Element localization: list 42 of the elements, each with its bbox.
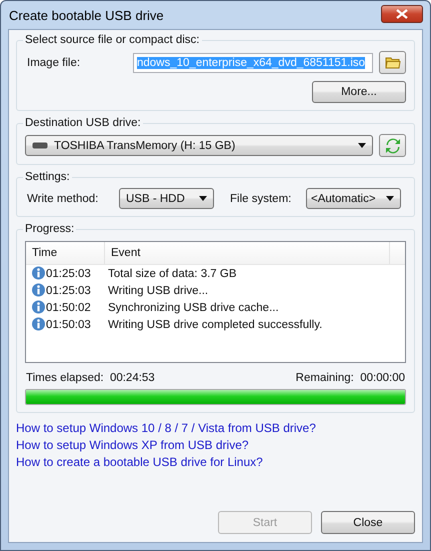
info-icon: [31, 266, 46, 281]
file-system-dropdown[interactable]: <Automatic>: [306, 188, 401, 209]
time-cell-text: 01:50:03: [46, 318, 92, 330]
event-cell: Synchronizing USB drive cache...: [108, 302, 279, 314]
close-button[interactable]: [381, 5, 423, 23]
event-cell: Writing USB drive completed successfully.: [108, 318, 322, 330]
time-cell-text: 01:50:02: [46, 302, 92, 314]
drive-icon: [32, 142, 48, 149]
caret-icon: [358, 143, 366, 148]
browse-button[interactable]: [379, 51, 406, 74]
info-icon: [31, 317, 46, 332]
more-button[interactable]: More...: [312, 81, 406, 103]
write-method-dropdown[interactable]: USB - HDD: [119, 188, 214, 209]
info-icon: [31, 300, 46, 315]
group-label: Settings:: [24, 171, 71, 183]
column-header[interactable]: Event: [105, 242, 390, 264]
field-label: File system:: [230, 192, 292, 204]
remaining-label: Remaining: 00:00:00: [296, 372, 405, 384]
group-label: Select source file or compact disc:: [24, 34, 200, 46]
drive-dropdown[interactable]: TOSHIBA TransMemory (H: 15 GB): [25, 135, 373, 156]
close-icon: [396, 9, 408, 19]
info-icon: [31, 283, 46, 298]
elapsed-label: Times elapsed: 00:24:53: [26, 372, 155, 384]
time-cell-text: 01:25:03: [46, 284, 92, 296]
field-label: Write method:: [26, 192, 100, 204]
group-label: Destination USB drive:: [24, 117, 142, 129]
refresh-button[interactable]: [379, 134, 406, 157]
group-label: Progress:: [24, 223, 76, 235]
close-dialog-button[interactable]: Close: [321, 511, 415, 534]
help-link[interactable]: How to create a bootable USB drive for Linux?: [16, 455, 263, 469]
folder-icon: [384, 56, 400, 69]
time-cell-text: 01:25:03: [46, 268, 92, 280]
help-link[interactable]: How to setup Windows XP from USB drive?: [16, 438, 249, 452]
event-cell: Total size of data: 3.7 GB: [108, 268, 236, 280]
event-cell: Writing USB drive...: [108, 284, 208, 296]
window-title: Create bootable USB drive: [8, 8, 164, 22]
refresh-icon: [384, 138, 400, 154]
caret-icon: [199, 196, 207, 201]
column-header[interactable]: Time: [26, 242, 105, 264]
help-link[interactable]: How to setup Windows 10 / 8 / 7 / Vista from USB drive?: [16, 421, 316, 435]
caret-icon: [386, 196, 394, 201]
field-label: Image file:: [26, 56, 82, 68]
